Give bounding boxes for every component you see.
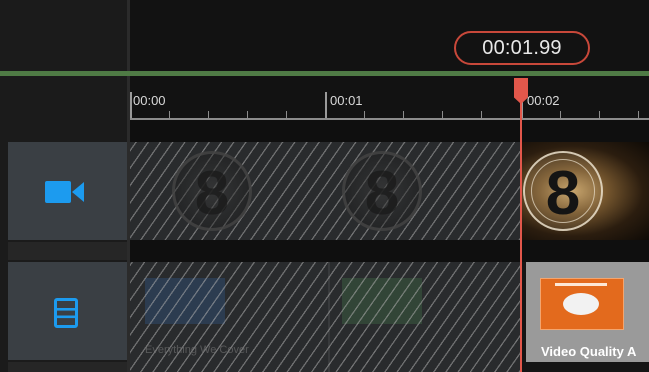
ruler-minor-tick bbox=[403, 111, 404, 118]
track-gap bbox=[8, 242, 127, 260]
leader-number-dim: 8 bbox=[364, 159, 400, 228]
video-camera-icon bbox=[45, 181, 84, 203]
ruler-minor-tick bbox=[481, 111, 482, 118]
ruler-major-tick bbox=[325, 92, 327, 118]
slides-track-lane[interactable]: Everything We Cover Video Quality A bbox=[130, 262, 649, 372]
slide-clip-label: Video Quality A bbox=[541, 344, 637, 359]
ruler-label-0: 00:00 bbox=[133, 93, 166, 108]
ruler-minor-tick bbox=[560, 111, 561, 118]
slides-track-header[interactable] bbox=[8, 262, 127, 360]
ruler-minor-tick bbox=[286, 111, 287, 118]
track-spacer bbox=[130, 240, 649, 262]
ruler-label-2: 00:02 bbox=[527, 93, 560, 108]
ruler-label-1: 00:01 bbox=[330, 93, 363, 108]
track-gap bbox=[8, 362, 127, 372]
slide-title-line bbox=[555, 283, 607, 286]
ruler-minor-tick bbox=[638, 111, 639, 118]
track-spacer bbox=[130, 120, 649, 142]
slide-clip-label-dim: Everything We Cover bbox=[145, 344, 249, 356]
video-track-lane[interactable]: 8 8 8 bbox=[130, 142, 649, 240]
ruler-minor-tick bbox=[208, 111, 209, 118]
ruler-minor-tick bbox=[442, 111, 443, 118]
playhead-line[interactable] bbox=[520, 78, 522, 372]
timeline-editor: 00:01.99 00:00 00:01 00:02 8 8 8 Everyth… bbox=[0, 0, 649, 372]
ruler-minor-tick bbox=[169, 111, 170, 118]
video-track-header[interactable] bbox=[8, 142, 127, 240]
leader-number-dim: 8 bbox=[194, 159, 230, 228]
ruler-minor-tick bbox=[364, 111, 365, 118]
list-icon bbox=[54, 298, 78, 328]
slide-thumbnail bbox=[540, 278, 624, 330]
film-leader-number: 8 bbox=[545, 159, 581, 228]
ruler-major-tick bbox=[130, 92, 132, 118]
ruler-minor-tick bbox=[247, 111, 248, 118]
slide-graphic bbox=[563, 293, 599, 315]
current-timecode[interactable]: 00:01.99 bbox=[454, 31, 590, 65]
ruler-minor-tick bbox=[599, 111, 600, 118]
